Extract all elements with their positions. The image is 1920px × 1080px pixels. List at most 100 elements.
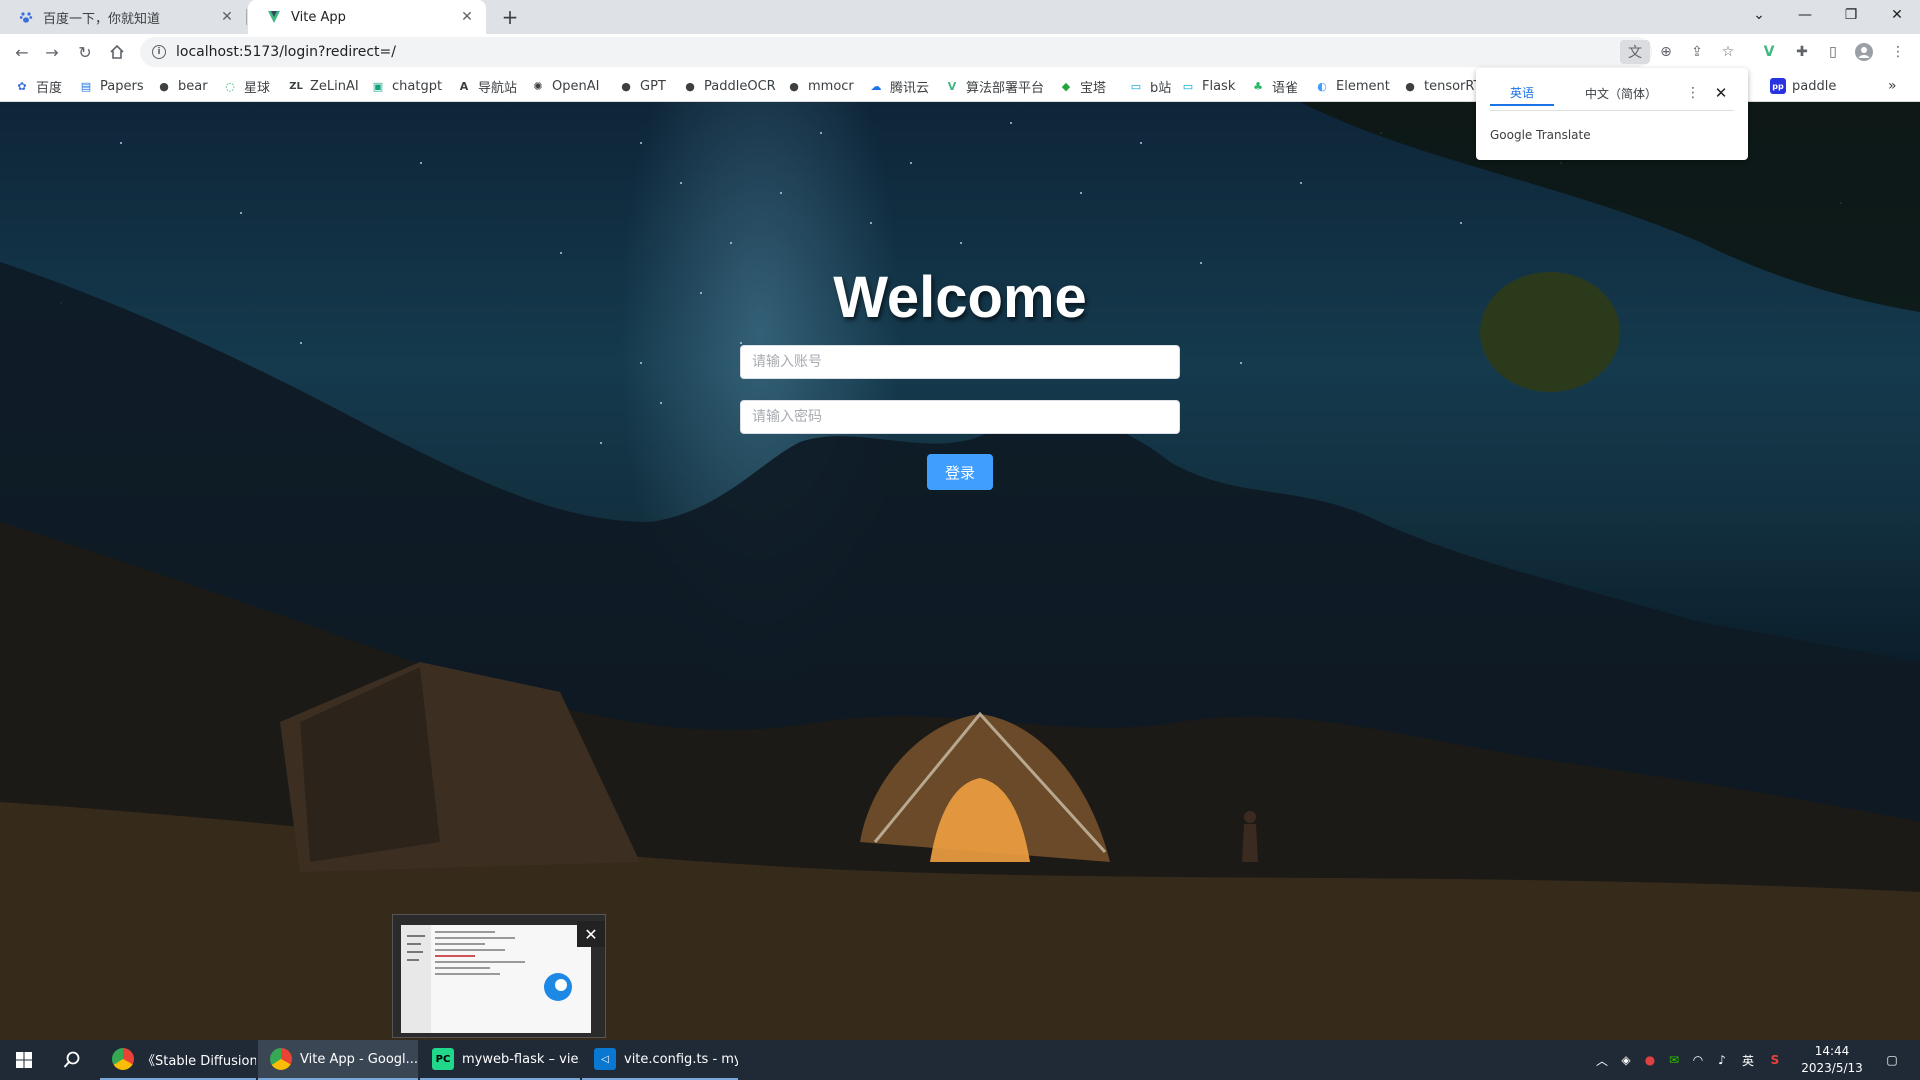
- username-input[interactable]: [740, 345, 1180, 379]
- vscode-icon: ◁: [594, 1048, 616, 1070]
- github-icon: ●: [159, 79, 169, 93]
- site-info-icon[interactable]: i: [152, 45, 166, 59]
- tab-divider: [246, 9, 247, 25]
- zoom-icon[interactable]: ⊕: [1654, 40, 1678, 64]
- tab-baidu[interactable]: 百度一下，你就知道 ✕: [0, 0, 246, 34]
- translate-popup: 英语 中文（简体） ⋮ ✕ Google Translate: [1476, 68, 1748, 160]
- planet-icon: ◌: [225, 79, 235, 93]
- close-tab-icon[interactable]: ✕: [218, 8, 236, 26]
- google-translate-brand: Google Translate: [1490, 128, 1591, 142]
- chrome-icon: [270, 1048, 292, 1070]
- bilibili-icon: ▭: [1182, 79, 1194, 93]
- bookmark-openai[interactable]: ✺ OpenAI: [530, 76, 599, 96]
- taskbar-app-pycharm[interactable]: PC myweb-flask – vie...: [420, 1040, 580, 1080]
- tab-title: 百度一下，你就知道: [43, 11, 161, 27]
- bookmark-flask[interactable]: ▭ Flask: [1180, 76, 1236, 96]
- bookmark-tencent-cloud[interactable]: ☁ 腾讯云: [868, 76, 930, 96]
- profile-avatar-icon[interactable]: [1852, 40, 1876, 64]
- tab-title: Vite App: [291, 9, 346, 25]
- show-hidden-icons-icon[interactable]: ︿: [1592, 1040, 1612, 1080]
- pycharm-icon: PC: [432, 1048, 454, 1070]
- chatgpt-icon: ▣: [372, 79, 384, 93]
- close-preview-icon[interactable]: ✕: [577, 921, 605, 947]
- back-icon[interactable]: ←: [10, 40, 34, 64]
- translate-tab-english[interactable]: 英语: [1490, 80, 1554, 106]
- restore-button[interactable]: ❐: [1828, 0, 1874, 30]
- side-panel-icon[interactable]: ▯: [1821, 40, 1845, 64]
- bookmark-star-icon[interactable]: ☆: [1716, 40, 1740, 64]
- bookmark-chatgpt[interactable]: ▣ chatgpt: [370, 76, 442, 96]
- password-input[interactable]: [740, 400, 1180, 434]
- bookmark-xingqiu[interactable]: ◌ 星球: [222, 76, 270, 96]
- new-tab-button[interactable]: +: [498, 5, 522, 29]
- search-icon[interactable]: [48, 1040, 96, 1080]
- bookmark-bilibili[interactable]: ▭ b站: [1128, 76, 1171, 96]
- bookmark-paddleocr[interactable]: ● PaddleOCR: [682, 76, 776, 96]
- more-bookmarks-icon[interactable]: »: [1888, 76, 1897, 96]
- bookmark-gpt[interactable]: ● GPT: [618, 76, 666, 96]
- bookmark-paddle[interactable]: pp paddle: [1770, 76, 1836, 96]
- vue-devtools-icon[interactable]: V: [1757, 40, 1781, 64]
- bookmark-tensorrt[interactable]: ● tensorRT: [1402, 76, 1481, 96]
- clock-date: 2023/5/13: [1801, 1061, 1863, 1075]
- chrome-icon: [112, 1048, 134, 1070]
- login-button[interactable]: 登录: [927, 454, 993, 490]
- paddle-icon: pp: [1770, 78, 1786, 94]
- login-page: Welcome 登录: [0, 102, 1920, 1040]
- tab-vite-app[interactable]: Vite App ✕: [248, 0, 486, 34]
- tab-strip: 百度一下，你就知道 ✕ Vite App ✕ + ⌄ — ❐ ✕: [0, 0, 1920, 34]
- more-options-icon[interactable]: ⋮: [1684, 82, 1702, 104]
- zelinai-icon: ZL: [289, 80, 303, 92]
- taskbar-app-vite[interactable]: Vite App - Googl...: [258, 1040, 418, 1080]
- home-icon[interactable]: [105, 40, 129, 64]
- clock-time: 14:44: [1814, 1044, 1850, 1058]
- bookmark-baota[interactable]: ◆ 宝塔: [1058, 76, 1106, 96]
- tray-app-icon[interactable]: ◈: [1616, 1040, 1636, 1080]
- taskbar-app-stable-diffusion[interactable]: 《Stable Diffusion...: [100, 1040, 256, 1080]
- translate-tab-chinese[interactable]: 中文（简体）: [1566, 80, 1676, 106]
- bookmark-yuque[interactable]: ♣ 语雀: [1250, 76, 1298, 96]
- windows-start-icon[interactable]: [0, 1040, 48, 1080]
- bookmark-mmocr[interactable]: ● mmocr: [786, 76, 854, 96]
- translate-icon[interactable]: 文: [1620, 40, 1650, 64]
- reload-icon[interactable]: ↻: [73, 40, 97, 64]
- element-icon: ◐: [1317, 79, 1327, 93]
- navigation-icon: A: [459, 79, 469, 93]
- url-text: localhost:5173/login?redirect=/: [176, 44, 396, 60]
- address-bar[interactable]: i localhost:5173/login?redirect=/: [140, 37, 1652, 67]
- bookmark-deploy-platform[interactable]: V 算法部署平台: [944, 76, 1044, 96]
- bookmark-daohang[interactable]: A 导航站: [456, 76, 517, 96]
- menu-kebab-icon[interactable]: ⋮: [1886, 40, 1910, 64]
- browser-toolbar: ← → ↻ i localhost:5173/login?redirect=/ …: [0, 34, 1920, 69]
- volume-icon[interactable]: ♪: [1712, 1040, 1732, 1080]
- cloud-icon: ☁: [870, 79, 882, 93]
- bookmark-baidu[interactable]: ✿ 百度: [14, 76, 62, 96]
- bookmark-bear[interactable]: ● bear: [156, 76, 207, 96]
- baota-icon: ◆: [1061, 79, 1071, 93]
- forward-icon[interactable]: →: [40, 40, 64, 64]
- bookmark-element[interactable]: ◐ Element: [1314, 76, 1390, 96]
- sogou-ime-icon[interactable]: S: [1764, 1040, 1786, 1080]
- minimize-button[interactable]: —: [1782, 0, 1828, 30]
- input-method-indicator[interactable]: 英: [1736, 1040, 1760, 1080]
- notification-center-icon[interactable]: ▢: [1872, 1040, 1912, 1080]
- vite-logo-icon: [266, 9, 282, 25]
- tray-app-icon[interactable]: ●: [1640, 1040, 1660, 1080]
- window-preview-thumbnail[interactable]: ✕: [392, 914, 606, 1038]
- wifi-icon[interactable]: ◠: [1688, 1040, 1708, 1080]
- github-icon: ●: [1405, 79, 1415, 93]
- wechat-icon[interactable]: ✉: [1664, 1040, 1684, 1080]
- close-window-button[interactable]: ✕: [1874, 0, 1920, 30]
- close-icon[interactable]: ✕: [1710, 82, 1732, 104]
- windows-taskbar: 《Stable Diffusion... Vite App - Googl...…: [0, 1040, 1920, 1080]
- share-icon[interactable]: ⇪: [1685, 40, 1709, 64]
- bookmark-zelinai[interactable]: ZL ZeLinAI: [288, 76, 359, 96]
- openai-icon: ✺: [533, 79, 543, 93]
- taskbar-app-vscode[interactable]: ◁ vite.config.ts - my...: [582, 1040, 738, 1080]
- system-clock[interactable]: 14:44 2023/5/13: [1800, 1043, 1864, 1077]
- tab-search-icon[interactable]: ⌄: [1736, 0, 1782, 30]
- github-icon: ●: [685, 79, 695, 93]
- close-tab-icon[interactable]: ✕: [458, 8, 476, 26]
- bookmark-papers[interactable]: ▤ Papers: [78, 76, 144, 96]
- extensions-icon[interactable]: ✚: [1790, 40, 1814, 64]
